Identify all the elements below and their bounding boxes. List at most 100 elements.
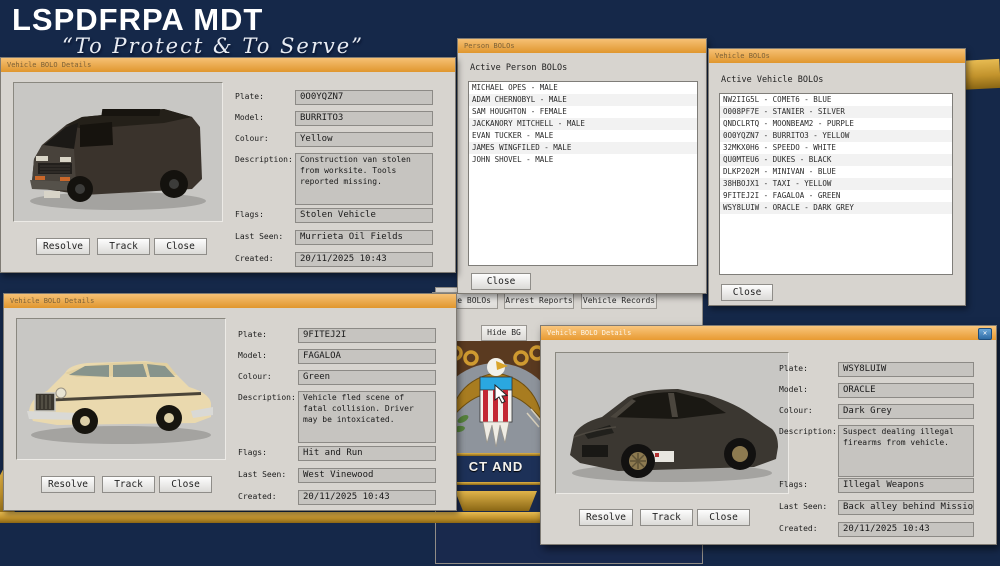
last-seen-label: Last Seen: [238,470,286,479]
seal-banner-text: CT AND [447,459,545,474]
vehicle-bolo-details-window-oracle: Vehicle BOLO Details ✕ Plate: WSY8LUIW M… [540,325,997,545]
description-label: Description: [235,155,293,164]
colour-value[interactable]: Dark Grey [838,404,974,419]
plate-label: Plate: [779,364,808,373]
person-bolo-item[interactable]: JOHN SHOVEL - MALE [469,154,697,166]
van-image [14,83,222,221]
vehicle-bolos-heading: Active Vehicle BOLOs [721,75,823,85]
police-seal-graphic: CT AND [447,341,545,562]
close-button[interactable]: Close [159,476,212,493]
last-seen-value[interactable]: West Vinewood [298,468,436,483]
window-titlebar[interactable]: Person BOLOs [458,39,706,53]
vehicle-bolo-item[interactable]: 9FITEJ2I - FAGALOA - GREEN [720,190,952,202]
person-bolo-item[interactable]: JAMES WINGFILED - MALE [469,142,697,154]
created-value[interactable]: 20/11/2025 10:43 [298,490,436,505]
flags-label: Flags: [779,480,808,489]
eagle-seal-icon [447,341,545,562]
flags-label: Flags: [235,210,264,219]
plate-value[interactable]: 0O0YQZN7 [295,90,433,105]
plate-label: Plate: [235,92,264,101]
plate-value[interactable]: 9FITEJ2I [298,328,436,343]
last-seen-value[interactable]: Back alley behind Mission Row [838,500,974,515]
vehicle-bolo-item[interactable]: WSY8LUIW - ORACLE - DARK GREY [720,202,952,214]
resolve-button[interactable]: Resolve [579,509,633,526]
window-title: Person BOLOs [464,42,515,50]
colour-value[interactable]: Yellow [295,132,433,147]
person-bolo-item[interactable]: ADAM CHERNOBYL - MALE [469,94,697,106]
colour-value[interactable]: Green [298,370,436,385]
person-bolos-list[interactable]: MICHAEL OPES - MALEADAM CHERNOBYL - MALE… [468,81,698,266]
model-value[interactable]: FAGALOA [298,349,436,364]
description-value[interactable]: Construction van stolen from worksite. T… [295,153,433,205]
vehicle-bolo-item[interactable]: 38HBOJX1 - TAXI - YELLOW [720,178,952,190]
description-value[interactable]: Suspect dealing illegal firearms from ve… [838,425,974,477]
app-title: LSPDFRPA MDT [12,2,263,38]
model-value[interactable]: BURRITO3 [295,111,433,126]
vehicle-bolo-item[interactable]: QU0MTEU6 - DUKES - BLACK [720,154,952,166]
flags-value[interactable]: Stolen Vehicle [295,208,433,223]
window-title: Vehicle BOLO Details [10,297,94,305]
track-button[interactable]: Track [640,509,693,526]
track-button[interactable]: Track [97,238,150,255]
sedan-image [556,353,788,493]
created-value[interactable]: 20/11/2025 10:43 [838,522,974,537]
model-value[interactable]: ORACLE [838,383,974,398]
resolve-button[interactable]: Resolve [41,476,95,493]
window-title: Vehicle BOLO Details [7,61,91,69]
background-gold-ribbon-bottom [0,512,550,523]
window-titlebar[interactable]: Vehicle BOLO Details [4,294,456,308]
last-seen-label: Last Seen: [779,502,827,511]
window-titlebar[interactable]: Vehicle BOLO Details ✕ [541,326,996,340]
vehicle-bolo-item[interactable]: NW2IIG5L - COMET6 - BLUE [720,94,952,106]
description-value[interactable]: Vehicle fled scene of fatal collision. D… [298,391,436,443]
person-bolos-window: Person BOLOs Active Person BOLOs MICHAEL… [457,38,707,294]
window-title: Vehicle BOLOs [715,52,770,60]
colour-label: Colour: [238,372,272,381]
description-label: Description: [779,427,837,436]
vehicle-photo-sedan [555,352,789,494]
person-bolo-item[interactable]: SAM HOUGHTON - FEMALE [469,106,697,118]
tab-vehicle-records[interactable]: Vehicle Records [581,292,657,309]
vehicle-bolo-item[interactable]: 0O0YQZN7 - BURRITO3 - YELLOW [720,130,952,142]
close-button[interactable]: Close [721,284,773,301]
vehicle-bolo-item[interactable]: QNDCLRTQ - MOONBEAM2 - PURPLE [720,118,952,130]
close-window-icon[interactable]: ✕ [978,328,992,340]
vehicle-bolo-item[interactable]: O008PF7E - STANIER - SILVER [720,106,952,118]
mouse-cursor [493,384,509,408]
model-label: Model: [238,351,267,360]
vehicle-bolos-window: Vehicle BOLOs Active Vehicle BOLOs NW2II… [708,48,966,306]
vehicle-bolo-details-window-burrito: Vehicle BOLO Details Plate: 0O0YQZN7 Mod… [0,57,456,273]
window-titlebar[interactable]: Vehicle BOLOs [709,49,965,63]
last-seen-value[interactable]: Murrieta Oil Fields [295,230,433,245]
person-bolo-item[interactable]: MICHAEL OPES - MALE [469,82,697,94]
colour-label: Colour: [779,406,813,415]
vehicle-photo-van [13,82,223,222]
last-seen-label: Last Seen: [235,232,283,241]
created-label: Created: [238,492,277,501]
created-value[interactable]: 20/11/2025 10:43 [295,252,433,267]
close-button[interactable]: Close [154,238,207,255]
flags-value[interactable]: Hit and Run [298,446,436,461]
close-button[interactable]: Close [471,273,531,290]
tab-arrest-reports[interactable]: Arrest Reports [504,292,574,309]
close-button[interactable]: Close [697,509,750,526]
window-title: Vehicle BOLO Details [547,329,631,337]
colour-label: Colour: [235,134,269,143]
model-label: Model: [235,113,264,122]
flags-label: Flags: [238,448,267,457]
description-label: Description: [238,393,296,402]
flags-value[interactable]: Illegal Weapons [838,478,974,493]
resolve-button[interactable]: Resolve [36,238,90,255]
vehicle-bolo-item[interactable]: DLKP202M - MINIVAN - BLUE [720,166,952,178]
created-label: Created: [235,254,274,263]
vehicle-bolo-item[interactable]: 32MKX0H6 - SPEEDO - WHITE [720,142,952,154]
person-bolo-item[interactable]: JACKANORY MITCHELL - MALE [469,118,697,130]
person-bolos-heading: Active Person BOLOs [470,63,567,73]
hide-bg-button[interactable]: Hide BG [481,325,527,341]
plate-value[interactable]: WSY8LUIW [838,362,974,377]
person-bolo-item[interactable]: EVAN TUCKER - MALE [469,130,697,142]
wagon-image [17,319,225,459]
vehicle-bolos-list[interactable]: NW2IIG5L - COMET6 - BLUEO008PF7E - STANI… [719,93,953,275]
track-button[interactable]: Track [102,476,155,493]
window-titlebar[interactable]: Vehicle BOLO Details [1,58,455,72]
